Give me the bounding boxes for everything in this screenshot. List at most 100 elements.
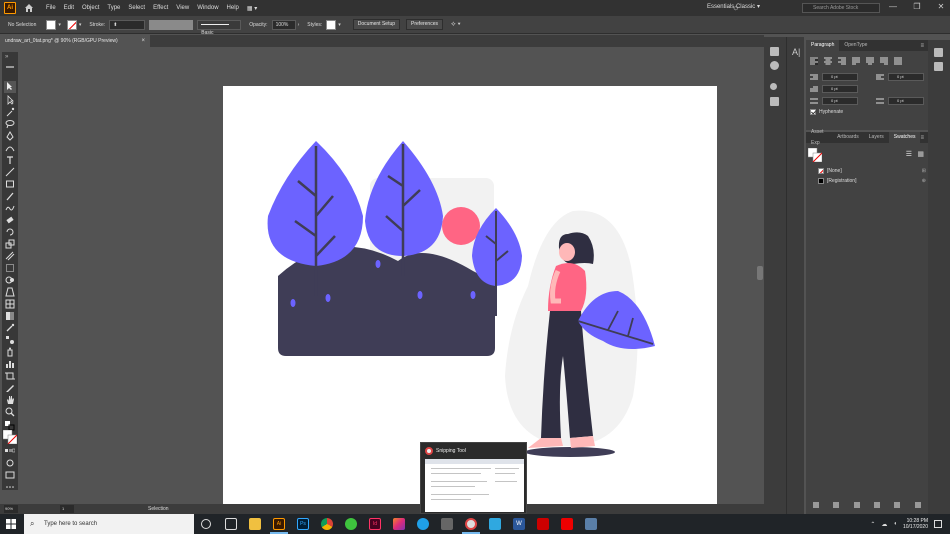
indesign-taskbar-icon[interactable]: Id [369,518,381,530]
scale-tool-icon[interactable] [5,239,15,249]
space-after-field[interactable]: 0 pt [888,97,924,105]
workspace-switcher[interactable]: Essentials Classic ▾ [707,3,760,10]
fill-stroke-swatches[interactable] [3,430,17,444]
swatch-registration[interactable]: [Registration] ⊕ [818,177,926,185]
volume-icon[interactable]: ◖ [893,521,897,527]
justify-all-icon[interactable] [894,57,902,65]
chevron-right-icon[interactable]: › [298,22,300,28]
green-app-icon[interactable] [345,518,357,530]
hyphenate-option[interactable]: Hyphenate [806,107,928,117]
eraser-tool-icon[interactable] [5,215,15,225]
magic-wand-tool-icon[interactable] [5,107,15,117]
tab-artboards[interactable]: Artboards [832,132,864,143]
collapse-toolbar-icon[interactable]: » [5,54,8,60]
chevron-down-icon[interactable]: ▾ [79,22,82,28]
taskbar-clock[interactable]: 10:28 PM 10/17/2020 [903,518,928,530]
menu-effect[interactable]: Effect [149,5,172,12]
align-left-icon[interactable] [810,57,818,65]
rotate-tool-icon[interactable] [5,227,15,237]
document-setup-button[interactable]: Document Setup [352,19,401,30]
column-graph-tool-icon[interactable] [5,359,15,369]
direct-selection-tool-icon[interactable] [5,95,15,105]
calculator-icon[interactable] [585,518,597,530]
appearance-panel-icon[interactable] [770,83,777,90]
space-before-field[interactable]: 0 pt [822,97,858,105]
taskbar-search-box[interactable]: ⌕ Type here to search [24,514,194,534]
document-tab[interactable]: undraw_art_0tat.png* @ 90% (RGB/GPU Prev… [0,35,150,47]
stroke-swatch[interactable] [66,19,77,30]
zoom-tool-icon[interactable] [5,407,15,417]
show-kinds-icon[interactable] [833,502,840,508]
notifications-icon[interactable] [934,520,942,528]
vertical-scrollbar-thumb[interactable] [757,266,763,280]
tab-layers[interactable]: Layers [864,132,889,143]
libraries-icon[interactable] [934,48,943,57]
blend-tool-icon[interactable] [5,335,15,345]
fill-stroke-indicator-icon[interactable] [808,148,822,162]
tab-paragraph[interactable]: Paragraph [806,40,840,51]
rectangle-tool-icon[interactable] [5,179,15,189]
color-mode-icons[interactable] [5,446,15,456]
symbol-sprayer-tool-icon[interactable] [5,347,15,357]
line-tool-icon[interactable] [5,167,15,177]
acrobat-icon[interactable] [561,518,573,530]
edit-toolbar-icon[interactable] [5,482,15,488]
menu-view[interactable]: View [172,5,193,12]
tab-opentype[interactable]: OpenType [839,40,872,51]
new-color-group-icon[interactable] [874,502,881,508]
instagram-icon[interactable] [393,518,405,530]
fill-swatch[interactable] [46,19,57,30]
learn-panel-icon[interactable] [934,62,943,71]
game-app-icon[interactable] [441,518,453,530]
paintbrush-tool-icon[interactable] [5,191,15,201]
menu-object[interactable]: Object [78,5,103,12]
stroke-weight-field[interactable]: ⬍ [109,19,146,30]
menu-select[interactable]: Select [124,5,149,12]
eyedropper-tool-icon[interactable] [5,323,15,333]
list-view-icon[interactable]: ☰ [906,150,912,158]
file-explorer-icon[interactable] [249,518,261,530]
chevron-down-icon[interactable]: ▾ [338,22,341,28]
justify-left-icon[interactable] [852,57,860,65]
menu-file[interactable]: File [42,5,60,12]
word-icon[interactable]: W [513,518,525,530]
free-transform-tool-icon[interactable] [5,263,15,273]
lasso-tool-icon[interactable] [5,119,15,129]
snipping-tool-taskbar-icon[interactable] [465,518,477,530]
shape-builder-tool-icon[interactable] [5,275,15,285]
minimize-icon[interactable]: — [888,2,898,12]
align-center-icon[interactable] [824,57,832,65]
graphic-style-swatch[interactable] [326,19,337,30]
panel-menu-icon[interactable]: ≡ [920,43,924,49]
align-right-icon[interactable] [838,57,846,65]
brush-definition[interactable]: Basic [197,19,242,36]
swatch-options-icon[interactable] [853,502,860,508]
properties-panel-icon[interactable] [770,47,779,56]
cortana-icon[interactable] [201,519,211,529]
chrome-icon[interactable] [321,518,333,530]
menu-type[interactable]: Type [103,5,124,12]
right-indent-field[interactable]: 0 pt [888,73,924,81]
panel-menu-icon[interactable]: ≡ [920,135,924,141]
menu-window[interactable]: Window [193,5,222,12]
close-tab-icon[interactable]: × [141,35,145,47]
azure-app-icon[interactable] [489,518,501,530]
first-line-indent-field[interactable]: 0 pt [822,85,858,93]
draw-mode-icon[interactable] [5,458,15,468]
menu-edit[interactable]: Edit [60,5,78,12]
arrange-documents-icon[interactable]: ▦ ▾ [243,5,261,12]
graphic-styles-icon[interactable] [770,97,779,106]
slice-tool-icon[interactable] [5,383,15,393]
character-panel-icon[interactable]: A| [792,47,800,57]
artboard-tool-icon[interactable] [5,371,15,381]
justify-right-icon[interactable] [880,57,888,65]
justify-center-icon[interactable] [866,57,874,65]
type-tool-icon[interactable] [5,155,15,165]
gradient-tool-icon[interactable] [5,311,15,321]
left-indent-field[interactable]: 0 pt [822,73,858,81]
home-icon[interactable] [24,3,34,13]
maximize-icon[interactable]: ❐ [912,2,922,12]
chevron-down-icon[interactable]: ▾ [58,22,61,28]
network-icon[interactable]: ☁ [881,521,887,528]
preferences-button[interactable]: Preferences [406,19,443,30]
